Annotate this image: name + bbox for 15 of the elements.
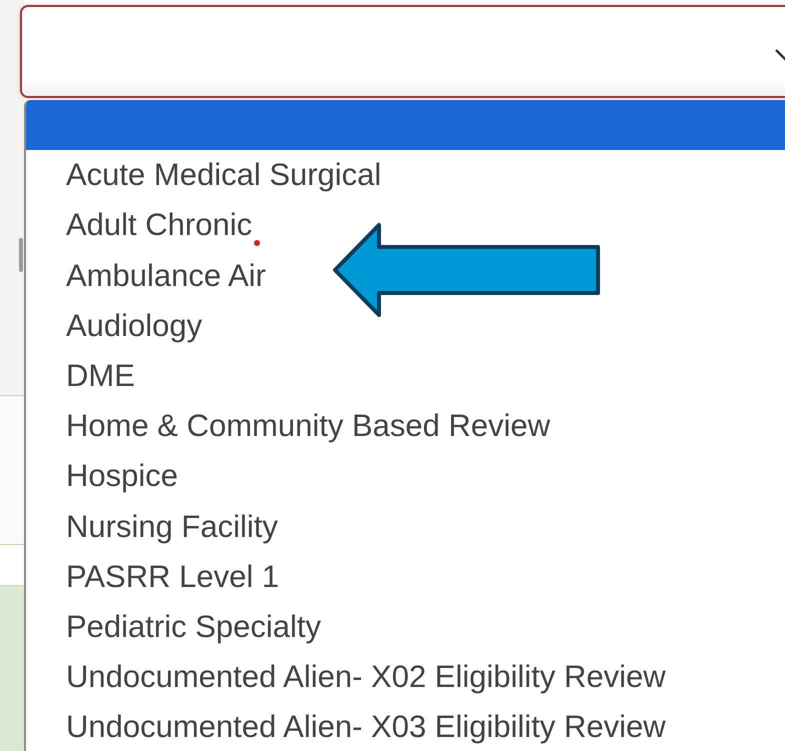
dropdown-option[interactable]: Adult Chronic (26, 200, 785, 251)
dropdown-option[interactable]: Ambulance Air (26, 250, 785, 301)
dropdown-option[interactable]: Pediatric Specialty (26, 602, 785, 652)
dropdown-field[interactable] (20, 5, 785, 98)
chevron-icon (775, 48, 785, 62)
scroll-handle (19, 238, 23, 272)
dropdown-option[interactable]: Undocumented Alien- X02 Eligibility Review (26, 652, 785, 702)
dropdown-option[interactable]: Acute Medical Surgical (26, 150, 785, 200)
dropdown-option[interactable]: Undocumented Alien- X03 Eligibility Review (26, 702, 785, 751)
dropdown-option[interactable]: PASRR Level 1 (26, 552, 785, 602)
dropdown-option[interactable]: DME (26, 350, 785, 402)
dropdown-option[interactable]: Audiology (26, 300, 785, 351)
dropdown-option[interactable]: Nursing Facility (26, 502, 785, 552)
dropdown-option[interactable]: Hospice (26, 451, 785, 502)
dropdown-option[interactable]: Home & Community Based Review (26, 401, 785, 452)
